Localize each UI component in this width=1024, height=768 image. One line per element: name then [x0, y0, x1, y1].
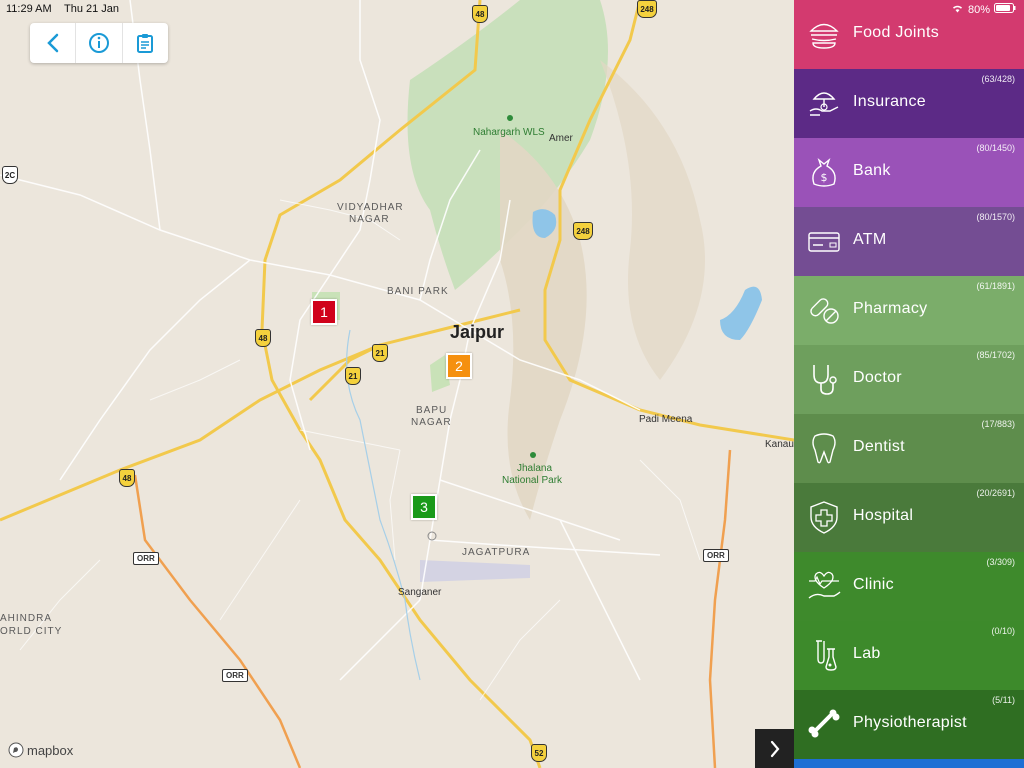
map-toolbar [30, 23, 168, 63]
park-label-nahargarh: Nahargarh WLS [473, 127, 545, 138]
category-doctor[interactable]: (85/1702) Doctor [794, 345, 1024, 414]
ring-road-label: ORR [222, 669, 248, 682]
area-label-mahindra-2: ORLD CITY [0, 626, 63, 637]
category-count: (63/428) [981, 74, 1015, 84]
area-label-bapu-2: NAGAR [411, 417, 452, 428]
highway-shield: 2C [2, 166, 18, 184]
category-next-peek [794, 759, 1024, 768]
map-marker[interactable]: 1 [311, 299, 337, 325]
status-date: Thu 21 Jan [64, 3, 120, 15]
highway-shield: 48 [255, 329, 271, 347]
place-label-padi-meena: Padi Meena [639, 414, 693, 425]
category-count: (61/1891) [976, 281, 1015, 291]
highway-shield: 52 [531, 744, 547, 762]
area-label-jagatpura: JAGATPURA [462, 547, 531, 558]
category-clinic[interactable]: (3/309) Clinic [794, 552, 1024, 621]
status-time: 11:29 AM [6, 3, 52, 15]
highway-shield: 48 [119, 469, 135, 487]
pill-icon [810, 298, 839, 324]
info-button[interactable] [76, 23, 123, 63]
chevron-right-icon [770, 740, 779, 757]
bone-icon [808, 709, 840, 738]
map-marker[interactable]: 2 [446, 353, 472, 379]
category-count: (0/10) [991, 626, 1015, 636]
category-bank[interactable]: (80/1450) $ Bank [794, 138, 1024, 207]
category-lab[interactable]: (0/10) Lab [794, 621, 1024, 690]
category-label: ATM [853, 231, 887, 248]
area-label-mahindra-1: AHINDRA [0, 613, 53, 624]
park-label-jhalana-1: Jhalana [517, 463, 553, 474]
category-count: (80/1570) [976, 212, 1015, 222]
area-label-bapu-1: BAPU [416, 405, 448, 416]
flask-icon [816, 640, 837, 671]
category-physiotherapist[interactable]: (5/11) Physiotherapist [794, 690, 1024, 759]
park-label-jhalana-2: National Park [502, 475, 563, 486]
mapbox-logo-icon [8, 742, 24, 758]
category-label: Food Joints [853, 24, 940, 41]
heart-hand-icon [808, 571, 841, 599]
ring-road-label: ORR [133, 552, 159, 565]
back-button[interactable] [30, 23, 77, 63]
area-label-vidyadhar-2: NAGAR [349, 214, 390, 225]
place-label-sanganer: Sanganer [398, 587, 442, 598]
category-label: Bank [853, 162, 891, 179]
category-panel: Food Joints (63/428) Insurance (80/1450)… [794, 0, 1024, 768]
ring-road-label: ORR [703, 549, 729, 562]
category-count: (17/883) [981, 419, 1015, 429]
category-label: Doctor [853, 369, 902, 386]
category-hospital[interactable]: (20/2691) Hospital [794, 483, 1024, 552]
city-label: Jaipur [450, 322, 505, 342]
wifi-icon [951, 3, 964, 16]
category-label: Physiotherapist [853, 714, 967, 731]
chevron-left-icon [46, 33, 58, 53]
stethoscope-icon [813, 365, 837, 395]
battery-indicator: 80% [951, 3, 1016, 16]
money-bag-icon: $ [812, 157, 836, 187]
category-count: (3/309) [986, 557, 1015, 567]
category-label: Dentist [853, 438, 905, 455]
category-label: Insurance [853, 93, 926, 110]
battery-percent: 80% [967, 3, 990, 16]
category-count: (20/2691) [976, 488, 1015, 498]
category-label: Pharmacy [853, 300, 928, 317]
collapse-panel-button[interactable] [755, 729, 794, 768]
info-icon [88, 33, 109, 53]
clipboard-icon [137, 34, 154, 53]
tooth-icon [812, 433, 836, 464]
area-label-bani-park: BANI PARK [387, 286, 449, 297]
insurance-icon [809, 92, 839, 116]
battery-icon [994, 3, 1016, 16]
highway-shield: 21 [345, 367, 361, 385]
highway-shield: 21 [372, 344, 388, 362]
category-label: Lab [853, 645, 881, 662]
category-count: (5/11) [992, 695, 1015, 705]
place-label-kanau: Kanau [765, 439, 794, 450]
category-label: Clinic [853, 576, 894, 593]
highway-shield: 248 [573, 222, 593, 240]
report-button[interactable] [123, 23, 168, 63]
map-marker[interactable]: 3 [411, 494, 437, 520]
category-pharmacy[interactable]: (61/1891) Pharmacy [794, 276, 1024, 345]
category-atm[interactable]: (80/1570) ATM [794, 207, 1024, 276]
category-insurance[interactable]: (63/428) Insurance [794, 69, 1024, 138]
svg-text:$: $ [821, 171, 828, 184]
place-label-amer: Amer [549, 133, 573, 144]
map-canvas [0, 0, 794, 768]
category-label: Hospital [853, 507, 914, 524]
category-count: (85/1702) [976, 350, 1015, 360]
burger-icon [809, 23, 839, 49]
category-dentist[interactable]: (17/883) Dentist [794, 414, 1024, 483]
map-view[interactable]: Jaipur VIDYADHAR NAGAR BANI PARK BAPU NA… [0, 0, 794, 768]
mapbox-attribution[interactable]: mapbox [8, 742, 73, 758]
mapbox-wordmark: mapbox [27, 742, 74, 758]
category-count: (80/1450) [976, 143, 1015, 153]
status-bar: 11:29 AM Thu 21 Jan 80% [0, 0, 1024, 20]
hospital-shield-icon [810, 501, 838, 534]
area-label-vidyadhar-1: VIDYADHAR [337, 202, 404, 213]
card-icon [808, 232, 840, 252]
